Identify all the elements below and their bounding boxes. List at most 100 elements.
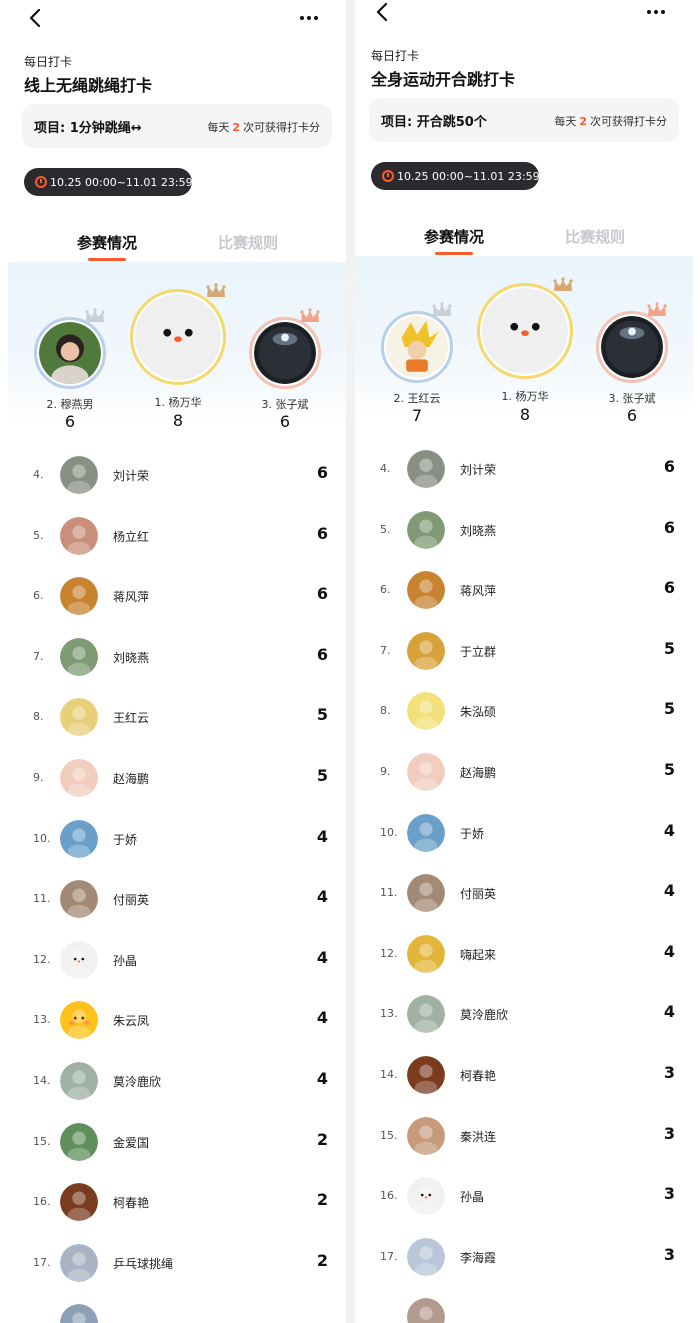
ranking-row[interactable]: 14. 柯春艳 3	[355, 1046, 693, 1106]
user-score: 3	[663, 1244, 675, 1264]
user-name: 朱云凤	[113, 1014, 150, 1029]
avatar-image	[254, 322, 316, 384]
user-score: 4	[316, 1069, 328, 1088]
user-name: 刘晓燕	[113, 650, 150, 665]
ranking-row[interactable]: 15. 秦洪连 3	[355, 1107, 693, 1167]
user-avatar	[60, 1062, 98, 1100]
avatar-image	[60, 637, 98, 676]
rank-number: 10.	[380, 825, 398, 839]
ranking-row[interactable]: 6. 蒋风萍 6	[8, 567, 346, 627]
page-title: 全身运动开合跳打卡	[371, 70, 516, 89]
avatar-image	[407, 813, 445, 852]
ranking-row[interactable]: 17. 乒乓球挑绳 2	[8, 1234, 346, 1294]
user-name: 付丽英	[460, 887, 497, 902]
user-score: 2	[316, 1250, 328, 1270]
back-arrow-icon	[29, 8, 41, 28]
page-kicker: 每日打卡	[371, 49, 420, 63]
user-avatar	[407, 631, 445, 670]
ranking-row[interactable]: 5. 刘晓燕 6	[355, 501, 693, 561]
more-options-button[interactable]	[641, 0, 671, 24]
avatar-image	[60, 698, 98, 737]
user-avatar	[407, 813, 445, 852]
user-avatar	[60, 698, 98, 737]
page-title: 线上无绳跳绳打卡	[24, 76, 153, 95]
rank-number: 14.	[380, 1068, 398, 1081]
back-button[interactable]	[371, 0, 395, 24]
ranking-row[interactable]: 7. 刘晓燕 6	[8, 628, 346, 688]
user-avatar	[407, 1116, 445, 1155]
ranking-row[interactable]	[8, 1294, 346, 1323]
avatar-image	[407, 934, 445, 973]
user-name: 莫泠鹿欣	[113, 1075, 162, 1089]
avatar-image	[60, 516, 98, 555]
ranking-row[interactable]: 4. 刘计荣 6	[8, 446, 346, 506]
leaderboard-panel-jump-rope: 每日打卡 线上无绳跳绳打卡 项目: 1分钟跳绳↔ 每天 2 次可获得打卡分 10.25 00…	[8, 0, 346, 1323]
user-score: 6	[663, 457, 675, 476]
date-range-text: 10.25 00:00~11.01 23:59	[397, 169, 540, 183]
rank-number: 14.	[33, 1074, 51, 1087]
avatar-image	[60, 819, 98, 858]
ranking-row[interactable]: 16. 柯春艳 2	[8, 1173, 346, 1233]
rank-number: 8.	[380, 704, 391, 718]
avatar-image	[60, 1243, 98, 1282]
podium-score: 8	[519, 405, 531, 424]
ranking-row[interactable]: 13. 莫泠鹿欣 4	[355, 985, 693, 1045]
ranking-row[interactable]: 9. 赵海鹏 5	[355, 743, 693, 803]
user-avatar	[407, 1177, 445, 1216]
user-name: 付丽英	[113, 893, 150, 908]
ranking-row[interactable]: 13. 朱云凤 4	[8, 991, 346, 1051]
more-dots-icon	[647, 10, 665, 14]
user-avatar	[407, 510, 445, 549]
ranking-row[interactable]: 7. 于立群 5	[355, 622, 693, 682]
ranking-row[interactable]: 14. 莫泠鹿欣 4	[8, 1052, 346, 1112]
page-kicker: 每日打卡	[24, 55, 73, 69]
avatar-image	[407, 874, 445, 913]
tab-participation[interactable]: 参赛情况	[77, 232, 137, 253]
avatar-image	[39, 322, 101, 384]
rank-number: 7.	[33, 649, 44, 663]
ranking-row[interactable]: 8. 王红云 5	[8, 688, 346, 748]
user-score: 3	[663, 1063, 675, 1082]
user-name: 乒乓球挑绳	[113, 1256, 174, 1271]
user-name: 赵海鹏	[113, 772, 150, 786]
ranking-row[interactable]: 15. 金爱国 2	[8, 1113, 346, 1173]
ranking-row[interactable]: 10. 于娇 4	[8, 810, 346, 870]
user-name: 刘计荣	[113, 469, 150, 483]
user-avatar	[407, 692, 445, 731]
tab-participation[interactable]: 参赛情况	[424, 226, 484, 247]
ranking-row[interactable]: 9. 赵海鹏 5	[8, 749, 346, 809]
tab-rules[interactable]: 比赛规则	[218, 232, 278, 253]
ranking-row[interactable]: 4. 刘计荣 6	[355, 440, 693, 500]
ranking-row[interactable]	[355, 1288, 693, 1323]
quota-suffix: 次可获得打卡分	[243, 121, 320, 134]
user-name: 于娇	[460, 826, 485, 841]
ranking-row[interactable]: 16. 孙晶 3	[355, 1167, 693, 1227]
ranking-row[interactable]: 10. 于娇 4	[355, 804, 693, 864]
ranking-row[interactable]: 11. 付丽英 4	[355, 864, 693, 924]
project-info-card: 项目: 1分钟跳绳↔ 每天 2 次可获得打卡分	[22, 104, 332, 148]
rank-number: 11.	[33, 892, 51, 906]
user-score: 4	[316, 887, 328, 907]
tab-rules[interactable]: 比赛规则	[565, 226, 625, 247]
ranking-row[interactable]: 8. 朱泓硕 5	[355, 682, 693, 742]
user-name: 孙晶	[460, 1190, 485, 1205]
ranking-row[interactable]: 11. 付丽英 4	[8, 870, 346, 930]
more-options-button[interactable]	[294, 6, 324, 30]
rank-number: 17.	[380, 1249, 398, 1263]
user-score: 3	[663, 1123, 675, 1143]
podium-avatar	[34, 317, 106, 389]
user-name: 杨立红	[113, 529, 150, 544]
avatar-image	[407, 1237, 445, 1276]
back-button[interactable]	[24, 6, 48, 30]
avatar-image	[60, 1001, 98, 1040]
user-score: 4	[316, 826, 328, 846]
user-score: 5	[663, 638, 675, 658]
avatar-image	[135, 294, 221, 380]
rank-number: 11.	[380, 886, 398, 900]
ranking-row[interactable]: 12. 孙晶 4	[8, 931, 346, 991]
ranking-row[interactable]: 17. 李海霞 3	[355, 1228, 693, 1288]
ranking-row[interactable]: 5. 杨立红 6	[8, 507, 346, 567]
rank-number: 4.	[380, 462, 391, 475]
ranking-row[interactable]: 6. 蒋风萍 6	[355, 561, 693, 621]
ranking-row[interactable]: 12. 嗨起来 4	[355, 925, 693, 985]
